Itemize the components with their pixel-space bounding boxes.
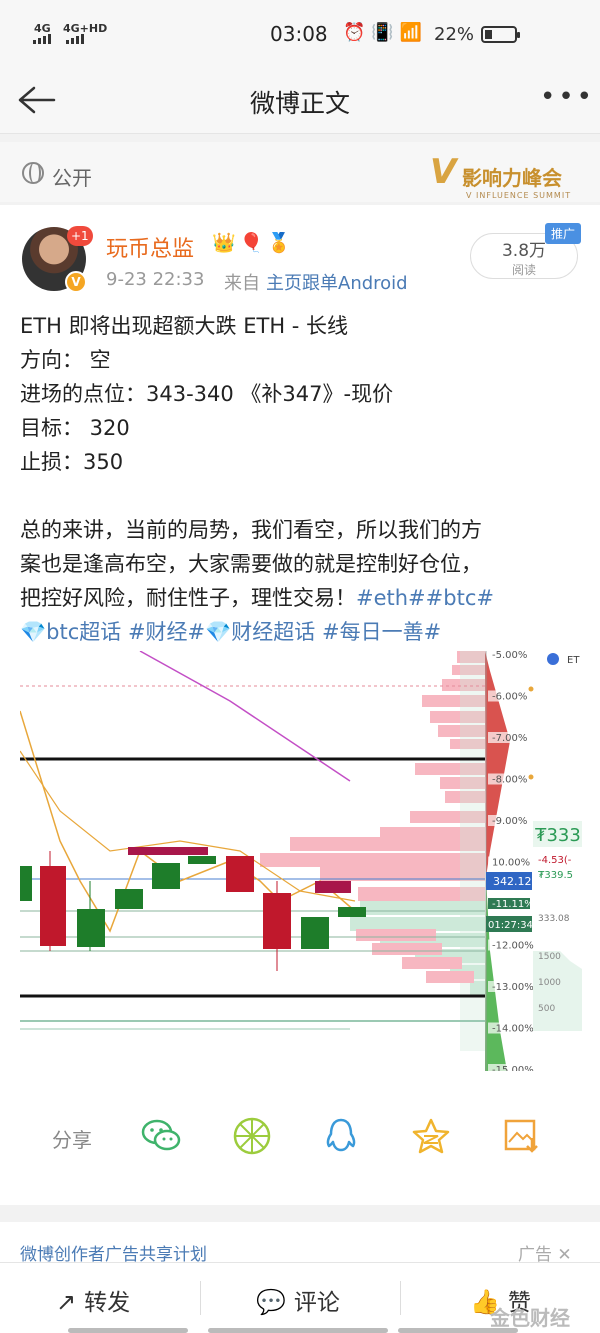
share-row: 分享 bbox=[0, 1090, 600, 1180]
ad-bar[interactable]: 微博创作者广告共享计划 广告 ✕ bbox=[0, 1222, 600, 1265]
alarm-vibrate-wifi-icons: ⏰📳📶 bbox=[343, 22, 429, 43]
signal-bars-2-icon bbox=[66, 34, 84, 44]
battery-percent: 22% bbox=[434, 24, 475, 45]
influence-summit-banner[interactable]: V 影响力峰会 V INFLUENCE SUMMIT bbox=[410, 150, 600, 206]
repost-icon: ↗ bbox=[56, 1288, 77, 1316]
repost-button[interactable]: ↗ 转发 bbox=[56, 1283, 130, 1317]
summit-subtitle: V INFLUENCE SUMMIT bbox=[466, 191, 572, 200]
medal-icons: 👑🎈🏅 bbox=[212, 232, 295, 254]
percent-label: -9.00% bbox=[492, 816, 527, 827]
globe-icon bbox=[22, 162, 44, 184]
post-line: 方向： 空 bbox=[20, 348, 111, 372]
side-vol: 1500 bbox=[538, 952, 561, 962]
top-nav: 微博正文 ••• bbox=[0, 68, 600, 134]
percent-label: -8.00% bbox=[492, 775, 527, 786]
percent-label: -7.00% bbox=[492, 733, 527, 744]
wechat-icon[interactable] bbox=[140, 1116, 182, 1156]
side-vol: 500 bbox=[538, 1004, 555, 1014]
home-indicator bbox=[208, 1328, 388, 1333]
side-price: ₮333 bbox=[535, 825, 581, 846]
page-title: 微博正文 bbox=[249, 89, 350, 118]
source-link[interactable]: 主页跟单Android bbox=[266, 273, 408, 294]
post-line: ETH 即将出现超额大跌 ETH - 长线 bbox=[20, 314, 349, 338]
visibility-label: 公开 bbox=[52, 166, 92, 190]
side-change: -4.53(- bbox=[538, 855, 572, 866]
promote-badge[interactable]: 推广 bbox=[545, 223, 582, 244]
hashtag-eth-btc[interactable]: #eth##btc# bbox=[356, 586, 494, 610]
qq-icon[interactable] bbox=[320, 1116, 362, 1156]
share-label: 分享 bbox=[52, 1128, 92, 1152]
post-line: 💎btc超话 #财经#💎财经超话 #每日一善# bbox=[20, 615, 585, 649]
percent-label: -5.00% bbox=[492, 651, 527, 661]
side-low: 333.08 bbox=[538, 914, 570, 924]
post-card: +1 V 玩币总监 👑🎈🏅 9-23 22:33 来自 主页跟单Android 3… bbox=[0, 205, 600, 1205]
comment-button[interactable]: 💬 评论 bbox=[256, 1283, 340, 1317]
summit-logo-v: V bbox=[430, 152, 457, 192]
super-topic-finance[interactable]: 💎财经超话 bbox=[205, 620, 315, 644]
post-line: 案也是逢高布空，大家需要做的就是控制好仓位， bbox=[20, 552, 482, 576]
chart-price-label: 342.12 bbox=[493, 875, 532, 888]
percent-label: -13.00% bbox=[492, 982, 534, 993]
super-topic-btc[interactable]: 💎btc超话 bbox=[20, 620, 121, 644]
percent-label: -14.00% bbox=[492, 1024, 534, 1035]
side-sub-price: ₮339.5 bbox=[538, 870, 573, 881]
chart-symbol: ET bbox=[567, 655, 580, 666]
post-text: 把控好风险，耐住性子，理性交易！ bbox=[20, 586, 356, 610]
post-line: 总的来讲，当前的局势，我们看空，所以我们的方 bbox=[20, 518, 482, 542]
post-time: 9-23 22:33 bbox=[106, 269, 205, 290]
read-label: 阅读 bbox=[511, 263, 536, 277]
more-options-icon[interactable]: ••• bbox=[540, 82, 595, 112]
percent-label: 10.00% bbox=[492, 858, 530, 869]
hashtag-finance[interactable]: #财经# bbox=[128, 620, 205, 644]
side-vol: 1000 bbox=[538, 978, 561, 988]
save-image-icon[interactable] bbox=[500, 1116, 542, 1156]
percent-label: -6.00% bbox=[492, 692, 527, 703]
status-time: 03:08 bbox=[270, 22, 328, 46]
post-line bbox=[20, 479, 585, 513]
avatar-badge: +1 bbox=[67, 226, 93, 246]
summit-title: 影响力峰会 bbox=[462, 166, 562, 190]
comment-label: 评论 bbox=[293, 1290, 340, 1316]
depth-bars bbox=[260, 651, 485, 1051]
watermark-logo: 金色财经 bbox=[490, 1306, 570, 1330]
comment-icon: 💬 bbox=[256, 1288, 286, 1316]
divider bbox=[400, 1281, 401, 1315]
post-line: 把控好风险，耐住性子，理性交易！#eth##btc# bbox=[20, 581, 585, 615]
post-line: 目标： 320 bbox=[20, 416, 130, 440]
home-indicator bbox=[68, 1328, 188, 1333]
author-name[interactable]: 玩币总监 bbox=[106, 231, 194, 263]
moments-icon[interactable] bbox=[231, 1116, 273, 1156]
chart-timer-label: 01:27:34 bbox=[488, 920, 533, 931]
percent-label: -11.11% bbox=[492, 899, 534, 910]
verified-badge-icon: V bbox=[65, 271, 87, 293]
post-body: ETH 即将出现超额大跌 ETH - 长线 方向： 空 进场的点位：343-34… bbox=[20, 309, 585, 649]
trading-chart-image[interactable]: 342.12 01:27:34 -5.00% -6.00% -7.00% -8.00%… bbox=[20, 651, 582, 1071]
signal-bars-1-icon bbox=[33, 34, 51, 44]
divider bbox=[200, 1281, 201, 1315]
home-indicator bbox=[398, 1328, 518, 1333]
post-line: 止损：350 bbox=[20, 450, 124, 474]
repost-label: 转发 bbox=[84, 1290, 131, 1316]
hashtag-daily-good[interactable]: #每日一善# bbox=[322, 620, 441, 644]
percent-label: -15.00% bbox=[492, 1065, 534, 1071]
post-line: 进场的点位：343-340 《补347》-现价 bbox=[20, 382, 394, 406]
battery-icon bbox=[481, 26, 520, 43]
post-source: 来自 主页跟单Android bbox=[224, 269, 408, 295]
qzone-icon[interactable] bbox=[410, 1116, 452, 1156]
percent-label: -12.00% bbox=[492, 941, 534, 952]
source-prefix: 来自 bbox=[224, 273, 260, 294]
status-bar: 4G 4G+HD 03:08 ⏰📳📶 22% bbox=[0, 0, 600, 68]
